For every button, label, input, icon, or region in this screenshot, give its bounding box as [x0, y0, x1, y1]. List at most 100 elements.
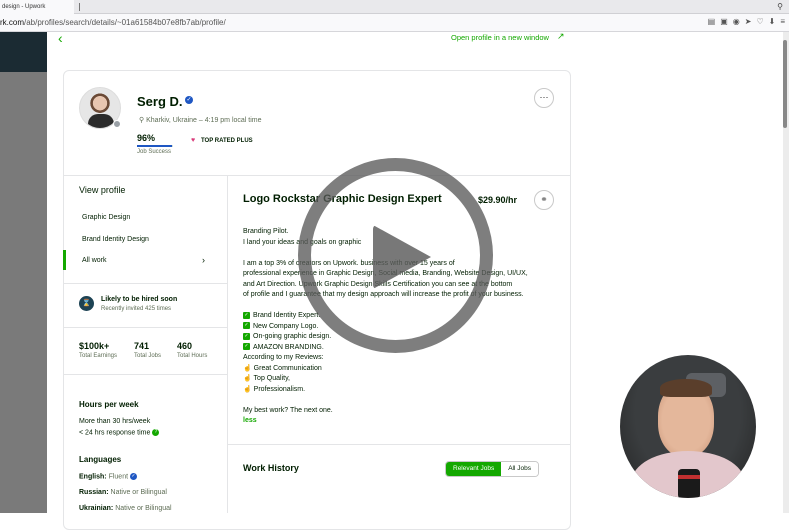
job-success-label: Job Success — [137, 149, 172, 155]
desc-review-item: ☝ Top Quality, — [243, 374, 558, 385]
language-level: Native or Bilingual — [115, 505, 172, 512]
play-triangle-icon[interactable] — [373, 225, 431, 289]
toolbar-icons: ▤ ▣ ◉ ➤ ♡ ⬇ ≡ — [708, 17, 785, 26]
stat-total-earnings-value: $100k+ — [79, 341, 110, 351]
translate-icon[interactable]: ▤ — [708, 17, 716, 26]
tab-separator — [79, 3, 80, 11]
top-rated-badge: TOP RATED PLUS — [201, 138, 253, 144]
search-icon[interactable]: ⚲ — [777, 2, 783, 11]
language-ukrainian: Ukrainian: Native or Bilingual — [79, 505, 172, 512]
verified-icon: ✓ — [130, 473, 137, 480]
response-time: < 24 hrs response time ? — [79, 429, 160, 437]
show-less-link[interactable]: less — [243, 417, 257, 424]
top-rated-plus-icon: ♥ — [191, 137, 196, 144]
stat-total-earnings-label: Total Earnings — [79, 353, 118, 359]
checkmark-icon: ✓ — [243, 343, 250, 351]
desc-review-item: ☝ Professionalism. — [243, 385, 558, 396]
url-text[interactable]: rk.com/ab/profiles/search/details/~01a61… — [0, 18, 226, 27]
sidebar-divider — [64, 374, 227, 375]
language-name: Ukrainian: — [79, 505, 114, 512]
languages-title: Languages — [79, 455, 122, 464]
page-backdrop-overlay — [0, 72, 47, 513]
location-label: Kharkiv, Ukraine – 4:19 pm local time — [146, 117, 262, 124]
desc-check-label: On-going graphic design. — [253, 333, 332, 340]
hourglass-icon: ⌛ — [79, 296, 94, 311]
job-success-bar — [137, 145, 173, 147]
location-pin-icon: ⚲ — [139, 117, 145, 124]
language-english: English: Fluent ✓ — [79, 473, 137, 480]
job-success-value: 96% — [137, 133, 156, 143]
work-history-tabs: Relevant Jobs All Jobs — [445, 461, 539, 477]
browser-tab[interactable]: design - Upwork — [0, 0, 74, 14]
hand-icon: ☝ — [243, 364, 252, 372]
desc-check-label: New Company Logo. — [253, 322, 319, 330]
url-path: /ab/profiles/search/details/~01a61584b07… — [24, 18, 226, 27]
copy-link-icon[interactable]: ⚭ — [534, 190, 554, 210]
open-profile-link[interactable]: Open profile in a new window — [451, 33, 549, 42]
hourly-rate: $29.90/hr — [478, 195, 518, 205]
address-bar[interactable]: rk.com/ab/profiles/search/details/~01a61… — [0, 14, 789, 32]
desc-check-label: Brand Identity Expert. — [253, 312, 321, 319]
desc-review-label: Great Communication — [253, 364, 322, 372]
desc-review-item: ☝ Great Communication — [243, 364, 558, 375]
sidebar-divider — [64, 327, 227, 328]
sidebar-item-brand-identity[interactable]: Brand Identity Design — [82, 236, 149, 243]
webcam-presenter-hair — [660, 379, 712, 397]
desc-review-label: Professionalism. — [253, 385, 306, 393]
verified-icon: ✓ — [185, 96, 193, 104]
hand-icon: ☝ — [243, 375, 252, 382]
tab-title: design - Upwork — [2, 4, 46, 10]
column-divider — [227, 176, 228, 513]
stat-total-hours-value: 460 — [177, 341, 193, 351]
camera-icon[interactable]: ▣ — [720, 17, 728, 26]
language-russian: Russian: Native or Bilingual — [79, 489, 167, 496]
microphone-band — [678, 475, 700, 479]
hire-likelihood-sub: Recently invited 425 times — [101, 306, 172, 312]
browser-tabbar: design - Upwork ⚲ — [0, 0, 789, 14]
response-time-label: < 24 hrs response time — [79, 429, 151, 437]
language-level: Fluent — [108, 473, 129, 481]
desc-line: My best work? The next one. — [243, 406, 333, 414]
freelancer-name: Serg D. — [137, 94, 183, 109]
tab-all-jobs[interactable]: All Jobs — [501, 462, 538, 476]
send-icon[interactable]: ➤ — [745, 17, 752, 26]
checkmark-icon: ✓ — [243, 311, 250, 319]
chevron-right-icon[interactable]: › — [202, 255, 205, 265]
desc-review-label: Top Quality, — [253, 375, 290, 382]
stat-total-jobs-label: Total Jobs — [134, 353, 162, 359]
presenter-webcam — [620, 355, 756, 498]
checkmark-icon: ✓ — [243, 322, 250, 330]
tab-relevant-jobs[interactable]: Relevant Jobs — [446, 462, 502, 476]
language-name: Russian: — [79, 489, 109, 496]
help-icon[interactable]: ? — [152, 429, 160, 436]
language-level: Native or Bilingual — [110, 489, 167, 496]
more-options-button[interactable]: ⋯ — [534, 88, 554, 108]
menu-icon[interactable]: ≡ — [780, 17, 785, 26]
status-dot — [113, 120, 121, 128]
job-success-fill — [137, 145, 172, 147]
scrollbar-thumb[interactable] — [783, 40, 787, 128]
view-profile-title: View profile — [79, 185, 126, 195]
external-link-icon[interactable]: ↗ — [557, 31, 565, 42]
hours-per-week-title: Hours per week — [79, 400, 139, 409]
hire-likelihood-title: Likely to be hired soon — [101, 296, 178, 303]
language-name: English: — [79, 473, 107, 481]
checkmark-icon: ✓ — [243, 332, 250, 340]
url-host: rk.com — [0, 18, 24, 27]
stat-total-jobs-value: 741 — [134, 341, 150, 351]
shield-icon[interactable]: ◉ — [733, 17, 740, 26]
heart-icon[interactable]: ♡ — [756, 17, 763, 26]
sidebar-item-all-work[interactable]: All work — [82, 257, 107, 264]
sidebar-item-graphic-design[interactable]: Graphic Design — [82, 214, 130, 221]
desc-check-label: AMAZON BRANDING. — [253, 343, 324, 351]
hours-per-week-value: More than 30 hrs/week — [79, 418, 151, 425]
location-text: ⚲ Kharkiv, Ukraine – 4:19 pm local time — [139, 116, 262, 124]
stat-total-hours-label: Total Hours — [177, 353, 208, 359]
back-chevron-icon[interactable]: ‹ — [58, 30, 63, 46]
avatar-body — [88, 114, 114, 128]
microphone-icon — [678, 469, 700, 498]
download-icon[interactable]: ⬇ — [769, 17, 776, 26]
active-item-indicator — [63, 250, 66, 270]
hand-icon: ☝ — [243, 385, 252, 393]
work-history-divider — [228, 444, 570, 445]
